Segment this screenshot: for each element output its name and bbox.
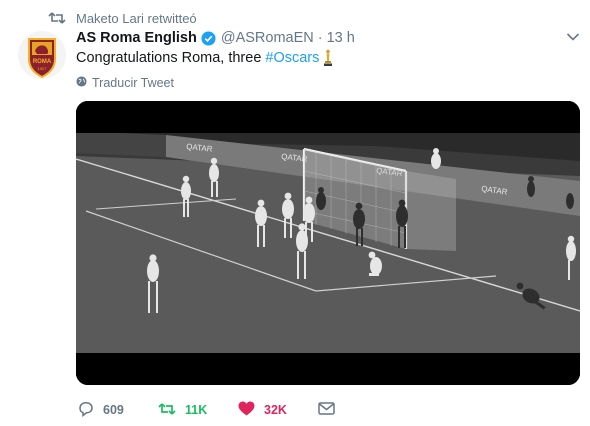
oscar-trophy-icon xyxy=(323,49,333,67)
globe-icon xyxy=(76,76,87,90)
svg-text:ROMA: ROMA xyxy=(33,59,52,65)
direct-message-button[interactable] xyxy=(318,402,335,418)
reply-button[interactable]: 609 xyxy=(78,401,158,420)
reply-icon xyxy=(78,401,94,420)
tweet-header: AS Roma English @ASRomaEN · 13 h xyxy=(76,28,580,48)
heart-icon xyxy=(238,401,255,419)
tweet-body: Congratulations Roma, three xyxy=(76,50,262,66)
translate-label: Traducir Tweet xyxy=(92,76,174,90)
author-name[interactable]: AS Roma English xyxy=(76,30,197,46)
tweet-text: Congratulations Roma, three #Oscars xyxy=(76,49,333,67)
retweeted-by-line: Maketo Lari retwitteó xyxy=(48,10,197,26)
tweet-actions: 609 11K 32K xyxy=(78,400,335,420)
envelope-icon xyxy=(318,402,335,418)
retweeted-by-text[interactable]: Maketo Lari retwitteó xyxy=(76,11,197,26)
translate-tweet-link[interactable]: Traducir Tweet xyxy=(76,76,174,90)
avatar[interactable]: ROMA 1927 xyxy=(18,31,66,79)
video-player[interactable]: QATAR QATAR QATAR QATAR xyxy=(76,101,580,385)
like-count: 32K xyxy=(264,403,287,417)
reply-count: 609 xyxy=(103,403,124,417)
chevron-down-icon[interactable] xyxy=(566,30,580,46)
like-button[interactable]: 32K xyxy=(238,401,318,419)
author-handle[interactable]: @ASRomaEN xyxy=(221,30,314,46)
retweet-icon xyxy=(158,402,176,419)
hashtag-link[interactable]: #Oscars xyxy=(265,50,319,66)
retweet-button[interactable]: 11K xyxy=(158,402,238,419)
retweet-count: 11K xyxy=(185,403,208,417)
retweet-icon xyxy=(48,11,66,25)
separator-dot: · xyxy=(317,30,323,46)
tweet-timestamp[interactable]: 13 h xyxy=(327,30,355,46)
video-frame: QATAR QATAR QATAR QATAR xyxy=(76,101,580,385)
verified-badge-icon xyxy=(201,30,216,46)
svg-text:1927: 1927 xyxy=(38,66,48,71)
